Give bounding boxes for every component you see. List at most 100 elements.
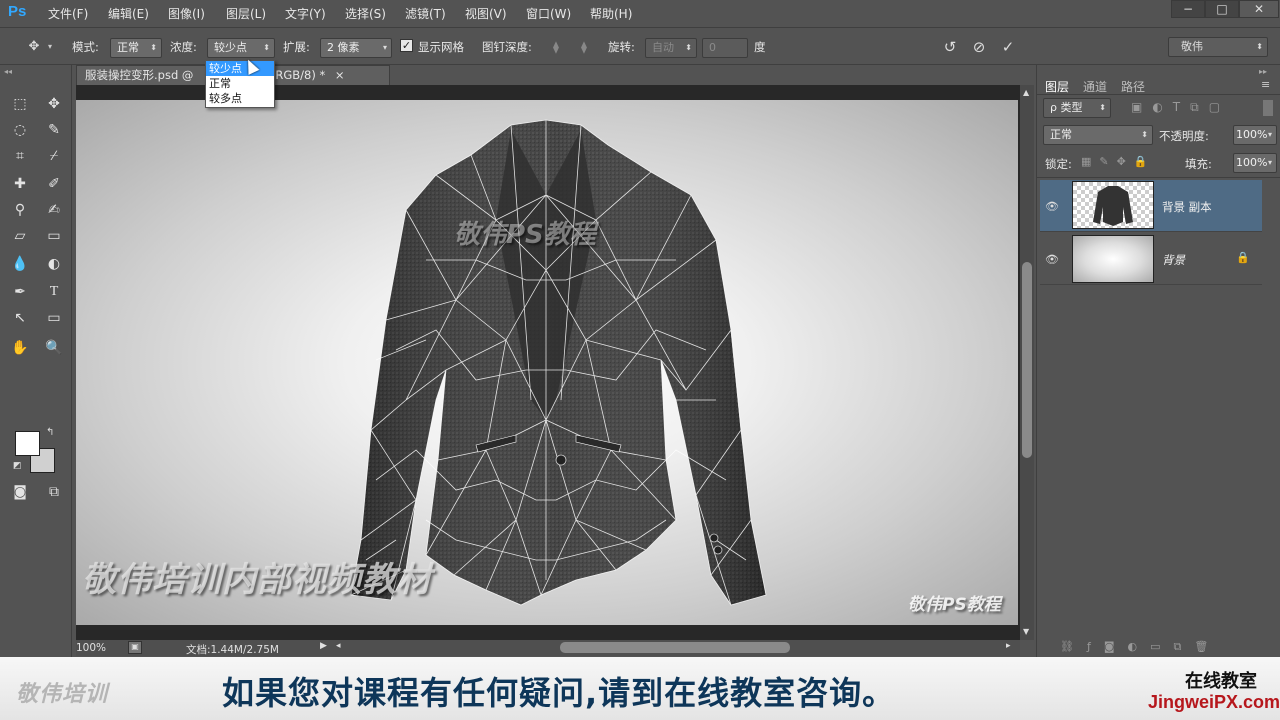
tab-layers[interactable]: 图层 [1045,78,1069,95]
degree-unit-label: 度 [754,40,766,54]
density-dropdown-list: 较少点 正常 较多点 [205,60,275,108]
brand-right-line1: 在线教室 [1185,671,1257,692]
swap-colors-icon[interactable]: ↰ [46,427,54,438]
fill-field[interactable]: 100% ▾ [1233,153,1277,173]
clone-stamp-tool-icon[interactable]: ⚲ [8,199,32,221]
history-brush-tool-icon[interactable]: ✍ [42,199,66,221]
puppet-pin-tool-icon[interactable]: ✥ [24,37,44,57]
close-tab-icon[interactable]: × [335,68,345,82]
tab-channels[interactable]: 通道 [1083,78,1107,95]
brush-tool-icon[interactable]: ✐ [42,173,66,195]
reset-icon[interactable]: ↺ [940,37,960,57]
opacity-value: 100% [1236,128,1268,141]
toolbox: ◂◂ ⬚ ✥ ◌ ✎ ⌗ ⌿ ✚ ✐ ⚲ ✍ ▱ ▭ 💧 ◐ ✒ T ↖ ▭ ✋… [0,65,72,657]
pin-depth-up-icon[interactable]: ⧫ [546,37,566,57]
scroll-left-icon[interactable]: ◂ [336,641,341,651]
pin-depth-label: 图钉深度: [482,40,532,54]
menu-help[interactable]: 帮助(H) [590,6,632,22]
blend-mode-select[interactable]: 正常 ⬍ [1043,125,1153,145]
minimize-button[interactable]: − [1171,0,1205,18]
hand-tool-icon[interactable]: ✋ [8,337,32,359]
density-select[interactable]: 较少点 ⬍ [207,38,275,58]
maximize-button[interactable]: □ [1205,0,1239,18]
panel-divider [1037,94,1280,95]
rectangle-tool-icon[interactable]: ▭ [42,307,66,329]
lock-options-icons[interactable]: ▦✎✥🔒 [1081,155,1156,168]
menu-layer[interactable]: 图层(L) [226,6,266,22]
density-option-more[interactable]: 较多点 [206,91,274,106]
menu-view[interactable]: 视图(V) [465,6,507,22]
density-option-fewer[interactable]: 较少点 [206,61,274,76]
scroll-down-icon[interactable]: ▼ [1023,627,1029,636]
mode-value: 正常 [117,41,139,54]
pen-tool-icon[interactable]: ✒ [8,281,32,303]
zoom-level[interactable]: 100% [76,642,106,654]
quick-mask-icon[interactable]: ◙ [8,481,32,503]
layer-name: 背景 副本 [1162,200,1212,214]
scroll-up-icon[interactable]: ▲ [1023,88,1029,97]
status-menu-arrow-icon[interactable]: ▶ [320,641,327,651]
move-tool-icon[interactable]: ✥ [42,93,66,115]
horizontal-scroll-thumb[interactable] [560,642,790,653]
zoom-tool-icon[interactable]: 🔍 [42,337,66,359]
scroll-right-icon[interactable]: ▸ [1006,641,1011,651]
cancel-icon[interactable]: ⊘ [969,37,989,57]
rotate-degrees-field[interactable]: 0 [702,38,748,58]
pin-depth-down-icon[interactable]: ⧫ [574,37,594,57]
type-tool-icon[interactable]: T [42,281,66,303]
show-mesh-checkbox[interactable]: ✓ [400,39,413,52]
photoshop-logo: Ps [8,3,27,20]
tab-paths[interactable]: 路径 [1121,78,1145,95]
visibility-eye-icon[interactable]: 👁 [1042,200,1062,213]
menu-type[interactable]: 文字(Y) [285,6,326,22]
expand-field[interactable]: 2 像素 ▾ [320,38,392,58]
chevron-updown-icon: ⬍ [150,43,157,52]
workspace-select[interactable]: 敬伟 ⬍ [1168,37,1268,57]
chevron-down-icon: ▾ [1267,158,1272,167]
mode-select[interactable]: 正常 ⬍ [110,38,162,58]
healing-brush-tool-icon[interactable]: ✚ [8,173,32,195]
brand-logo-left: 敬伟培训 [16,682,109,707]
menu-edit[interactable]: 编辑(E) [108,6,149,22]
opacity-field[interactable]: 100% ▾ [1233,125,1277,145]
collapse-panel-icon[interactable]: ▸▸ [1259,67,1267,76]
density-option-normal[interactable]: 正常 [206,76,274,91]
filter-toggle-icon[interactable] [1263,100,1273,116]
visibility-eye-icon[interactable]: 👁 [1042,253,1062,266]
gradient-tool-icon[interactable]: ▭ [42,225,66,247]
path-selection-tool-icon[interactable]: ↖ [8,307,32,329]
crop-tool-icon[interactable]: ⌗ [8,145,32,167]
menu-window[interactable]: 窗口(W) [526,6,571,22]
rotate-select[interactable]: 自动 ⬍ [645,38,697,58]
eyedropper-tool-icon[interactable]: ⌿ [42,145,66,167]
canvas[interactable]: 敬伟PS教程 敬伟培训内部视频教材 敬伟PS教程 [76,100,1018,625]
blur-tool-icon[interactable]: 💧 [8,253,32,275]
layer-filter-icons[interactable]: ▣◐T⧉▢ [1131,100,1230,115]
screen-mode-icon[interactable]: ⧉ [42,481,66,503]
layer-panel-footer-icons[interactable]: ⛓ƒ◙◐▭⧉🗑 [1060,640,1221,654]
menu-file[interactable]: 文件(F) [48,6,88,22]
collapse-toolbox-icon[interactable]: ◂◂ [4,67,12,76]
quick-select-tool-icon[interactable]: ✎ [42,119,66,141]
layer-filter-value: ρ 类型 [1050,101,1083,114]
menu-select[interactable]: 选择(S) [345,6,386,22]
layer-row-background[interactable]: 👁 背景 🔒 [1040,233,1262,285]
eraser-tool-icon[interactable]: ▱ [8,225,32,247]
blend-mode-value: 正常 [1050,128,1072,141]
status-preview-icon[interactable]: ▣ [128,641,142,654]
dodge-tool-icon[interactable]: ◐ [42,253,66,275]
lasso-tool-icon[interactable]: ◌ [8,119,32,141]
marquee-tool-icon[interactable]: ⬚ [8,93,32,115]
menu-filter[interactable]: 滤镜(T) [405,6,446,22]
vertical-scroll-thumb[interactable] [1022,262,1032,458]
menu-image[interactable]: 图像(I) [168,6,205,22]
rotate-degrees-value: 0 [709,41,716,54]
default-colors-icon[interactable]: ◩ [13,461,22,471]
layer-row-background-copy[interactable]: 👁 背景 副本 [1040,180,1262,232]
commit-check-icon[interactable]: ✓ [998,37,1018,57]
tool-preset-arrow-icon[interactable]: ▾ [48,42,52,51]
layer-filter-select[interactable]: ρ 类型 ⬍ [1043,98,1111,118]
foreground-color-swatch[interactable] [15,431,40,456]
close-button[interactable]: ✕ [1239,0,1279,18]
panel-menu-icon[interactable]: ≡ [1261,78,1270,91]
